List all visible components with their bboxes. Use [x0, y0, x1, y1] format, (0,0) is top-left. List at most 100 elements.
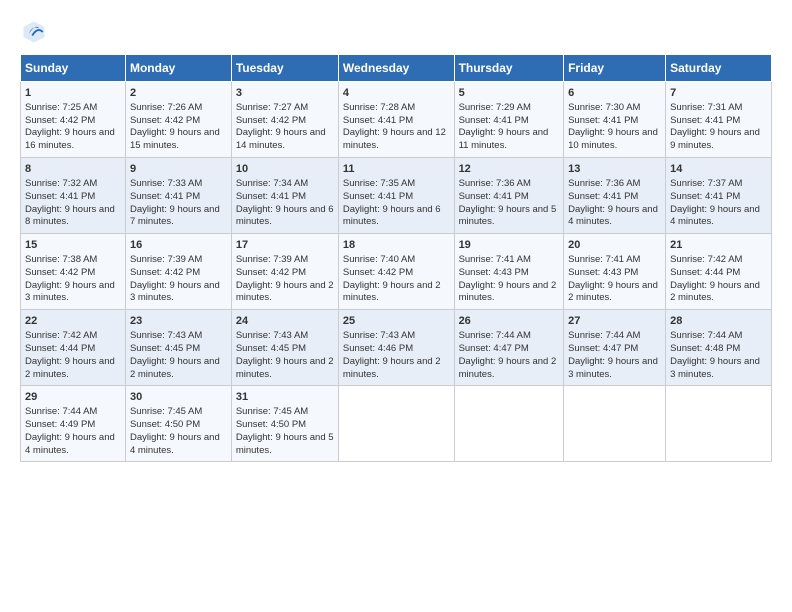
daylight: Daylight: 9 hours and 7 minutes.	[130, 204, 220, 228]
logo	[20, 18, 52, 46]
day-cell: 26Sunrise: 7:44 AMSunset: 4:47 PMDayligh…	[454, 310, 564, 386]
sunset: Sunset: 4:50 PM	[130, 419, 200, 430]
sunrise: Sunrise: 7:45 AM	[236, 406, 308, 417]
daylight: Daylight: 9 hours and 2 minutes.	[459, 280, 557, 304]
day-number: 10	[236, 162, 334, 177]
col-header-friday: Friday	[564, 55, 666, 82]
daylight: Daylight: 9 hours and 12 minutes.	[343, 127, 446, 151]
sunset: Sunset: 4:45 PM	[236, 343, 306, 354]
daylight: Daylight: 9 hours and 5 minutes.	[459, 204, 557, 228]
week-row-3: 15Sunrise: 7:38 AMSunset: 4:42 PMDayligh…	[21, 234, 772, 310]
day-number: 7	[670, 86, 767, 101]
day-cell: 21Sunrise: 7:42 AMSunset: 4:44 PMDayligh…	[666, 234, 772, 310]
sunset: Sunset: 4:41 PM	[568, 191, 638, 202]
sunrise: Sunrise: 7:44 AM	[25, 406, 97, 417]
sunrise: Sunrise: 7:37 AM	[670, 178, 742, 189]
day-number: 21	[670, 238, 767, 253]
sunrise: Sunrise: 7:43 AM	[236, 330, 308, 341]
sunrise: Sunrise: 7:27 AM	[236, 102, 308, 113]
day-cell: 2Sunrise: 7:26 AMSunset: 4:42 PMDaylight…	[125, 82, 231, 158]
day-cell	[666, 386, 772, 462]
day-cell: 3Sunrise: 7:27 AMSunset: 4:42 PMDaylight…	[231, 82, 338, 158]
day-cell	[454, 386, 564, 462]
day-cell: 1Sunrise: 7:25 AM Sunset: 4:42 PMDaylight…	[21, 82, 126, 158]
sunset: Sunset: 4:41 PM	[236, 191, 306, 202]
sunset: Sunset: 4:41 PM	[130, 191, 200, 202]
daylight: Daylight: 9 hours and 4 minutes.	[130, 432, 220, 456]
sunset: Sunset: 4:43 PM	[459, 267, 529, 278]
day-cell: 29Sunrise: 7:44 AMSunset: 4:49 PMDayligh…	[21, 386, 126, 462]
sunset: Sunset: 4:42 PM	[236, 267, 306, 278]
daylight: Daylight: 9 hours and 3 minutes.	[130, 280, 220, 304]
day-cell: 19Sunrise: 7:41 AMSunset: 4:43 PMDayligh…	[454, 234, 564, 310]
day-cell: 6Sunrise: 7:30 AMSunset: 4:41 PMDaylight…	[564, 82, 666, 158]
daylight: Daylight: 9 hours and 3 minutes.	[670, 356, 760, 380]
daylight: Daylight: 9 hours and 6 minutes.	[343, 204, 441, 228]
day-number: 14	[670, 162, 767, 177]
day-number: 19	[459, 238, 560, 253]
week-row-5: 29Sunrise: 7:44 AMSunset: 4:49 PMDayligh…	[21, 386, 772, 462]
col-header-sunday: Sunday	[21, 55, 126, 82]
day-number: 18	[343, 238, 450, 253]
sunrise: Sunrise: 7:39 AM	[130, 254, 202, 265]
sunset: Sunset: 4:46 PM	[343, 343, 413, 354]
day-cell: 5Sunrise: 7:29 AMSunset: 4:41 PMDaylight…	[454, 82, 564, 158]
day-cell: 18Sunrise: 7:40 AMSunset: 4:42 PMDayligh…	[338, 234, 454, 310]
calendar-table: SundayMondayTuesdayWednesdayThursdayFrid…	[20, 54, 772, 462]
day-cell: 31Sunrise: 7:45 AMSunset: 4:50 PMDayligh…	[231, 386, 338, 462]
day-cell: 13Sunrise: 7:36 AMSunset: 4:41 PMDayligh…	[564, 158, 666, 234]
day-cell: 22Sunrise: 7:42 AMSunset: 4:44 PMDayligh…	[21, 310, 126, 386]
day-number: 8	[25, 162, 121, 177]
daylight: Daylight: 9 hours and 16 minutes.	[25, 127, 115, 151]
day-cell	[564, 386, 666, 462]
day-number: 1	[25, 86, 121, 101]
day-cell: 10Sunrise: 7:34 AMSunset: 4:41 PMDayligh…	[231, 158, 338, 234]
sunset: Sunset: 4:42 PM	[25, 115, 95, 126]
day-number: 11	[343, 162, 450, 177]
sunrise: Sunrise: 7:44 AM	[568, 330, 640, 341]
day-cell: 8Sunrise: 7:32 AMSunset: 4:41 PMDaylight…	[21, 158, 126, 234]
sunset: Sunset: 4:41 PM	[670, 191, 740, 202]
sunset: Sunset: 4:41 PM	[568, 115, 638, 126]
daylight: Daylight: 9 hours and 9 minutes.	[670, 127, 760, 151]
sunset: Sunset: 4:48 PM	[670, 343, 740, 354]
day-number: 24	[236, 314, 334, 329]
sunrise: Sunrise: 7:31 AM	[670, 102, 742, 113]
daylight: Daylight: 9 hours and 11 minutes.	[459, 127, 549, 151]
day-cell: 30Sunrise: 7:45 AMSunset: 4:50 PMDayligh…	[125, 386, 231, 462]
sunset: Sunset: 4:44 PM	[670, 267, 740, 278]
sunset: Sunset: 4:49 PM	[25, 419, 95, 430]
day-number: 12	[459, 162, 560, 177]
sunrise: Sunrise: 7:25 AM	[25, 102, 97, 113]
col-header-saturday: Saturday	[666, 55, 772, 82]
day-number: 23	[130, 314, 227, 329]
sunset: Sunset: 4:42 PM	[130, 267, 200, 278]
sunset: Sunset: 4:41 PM	[343, 191, 413, 202]
sunrise: Sunrise: 7:41 AM	[568, 254, 640, 265]
day-cell: 4Sunrise: 7:28 AMSunset: 4:41 PMDaylight…	[338, 82, 454, 158]
day-number: 16	[130, 238, 227, 253]
logo-icon	[20, 18, 48, 46]
daylight: Daylight: 9 hours and 2 minutes.	[130, 356, 220, 380]
sunrise: Sunrise: 7:43 AM	[130, 330, 202, 341]
daylight: Daylight: 9 hours and 2 minutes.	[236, 356, 334, 380]
day-number: 20	[568, 238, 661, 253]
sunset: Sunset: 4:42 PM	[236, 115, 306, 126]
sunrise: Sunrise: 7:44 AM	[459, 330, 531, 341]
day-cell: 7Sunrise: 7:31 AMSunset: 4:41 PMDaylight…	[666, 82, 772, 158]
day-cell: 16Sunrise: 7:39 AM Sunset: 4:42 PM Dayligh…	[125, 234, 231, 310]
sunrise: Sunrise: 7:30 AM	[568, 102, 640, 113]
day-number: 3	[236, 86, 334, 101]
day-number: 13	[568, 162, 661, 177]
sunrise: Sunrise: 7:33 AM	[130, 178, 202, 189]
day-number: 6	[568, 86, 661, 101]
sunset: Sunset: 4:41 PM	[459, 191, 529, 202]
day-number: 17	[236, 238, 334, 253]
daylight: Daylight: 9 hours and 2 minutes.	[568, 280, 658, 304]
sunset: Sunset: 4:41 PM	[343, 115, 413, 126]
header-row: SundayMondayTuesdayWednesdayThursdayFrid…	[21, 55, 772, 82]
col-header-tuesday: Tuesday	[231, 55, 338, 82]
sunrise: Sunrise: 7:44 AM	[670, 330, 742, 341]
daylight: Daylight: 9 hours and 2 minutes.	[25, 356, 115, 380]
day-cell: 20Sunrise: 7:41 AMSunset: 4:43 PMDayligh…	[564, 234, 666, 310]
